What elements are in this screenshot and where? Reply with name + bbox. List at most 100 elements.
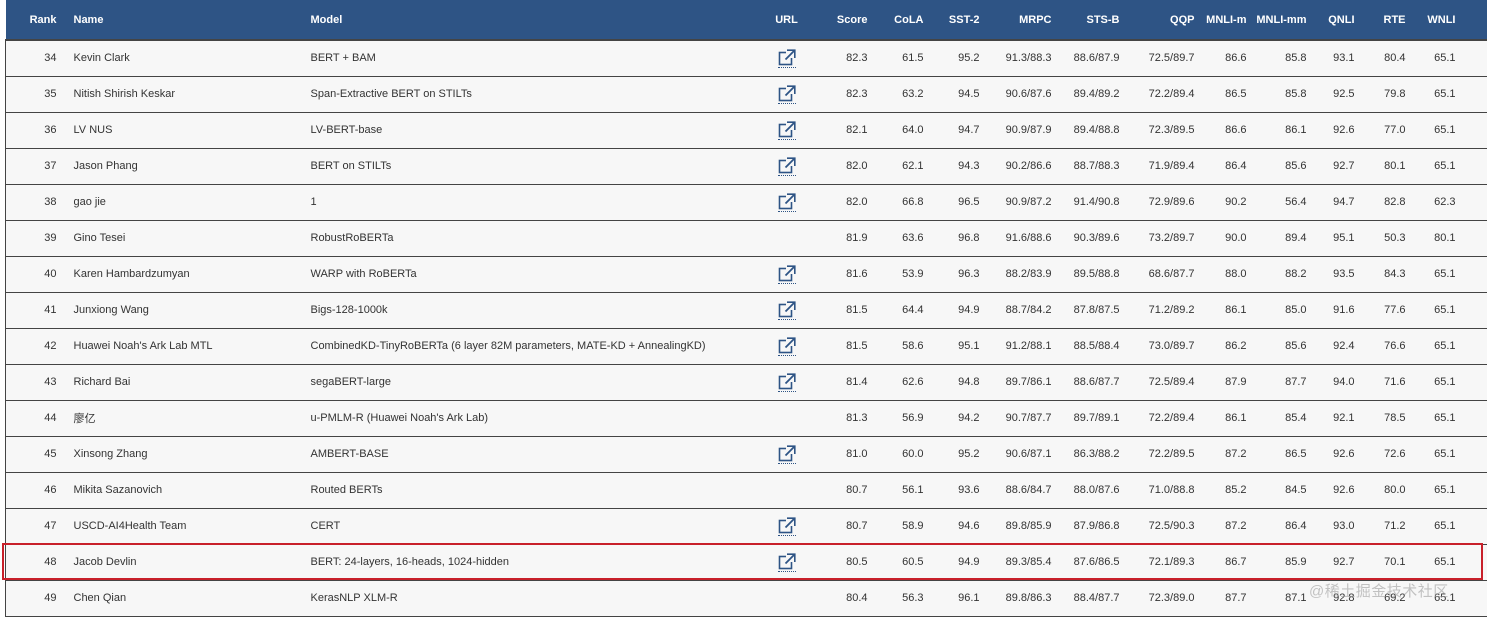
external-link-icon[interactable] — [777, 84, 796, 104]
col-header-rte[interactable]: RTE — [1362, 0, 1414, 40]
stsb-cell: 89.7/89.1 — [1059, 399, 1128, 436]
external-link-icon[interactable] — [777, 48, 796, 68]
wnli-cell: 65.1 — [1413, 255, 1464, 292]
ax-cell: 28.3 — [1463, 147, 1487, 184]
mnli-mm-cell: 87.7 — [1254, 363, 1315, 400]
name-cell[interactable]: Junxiong Wang — [64, 291, 302, 328]
name-cell[interactable]: Karen Hambardzumyan — [64, 255, 302, 292]
mrpc-cell: 89.7/86.1 — [987, 363, 1060, 400]
name-cell[interactable]: Chen Qian — [64, 579, 302, 617]
col-header-sst2[interactable]: SST-2 — [931, 0, 988, 40]
mrpc-cell: 91.6/88.6 — [987, 219, 1060, 256]
model-cell[interactable]: BERT + BAM — [301, 39, 757, 76]
name-cell[interactable]: LV NUS — [64, 111, 302, 148]
ax-cell: 40.7 — [1463, 39, 1487, 76]
name-cell[interactable]: Jason Phang — [64, 147, 302, 184]
external-link-icon[interactable] — [777, 516, 796, 536]
col-header-cola[interactable]: CoLA — [875, 0, 932, 40]
external-link-icon[interactable] — [777, 336, 796, 356]
name-cell[interactable]: Kevin Clark — [64, 39, 302, 76]
name-cell[interactable]: Gino Tesei — [64, 219, 302, 256]
cola-cell: 62.6 — [875, 363, 932, 400]
model-cell[interactable]: WARP with RoBERTa — [301, 255, 757, 292]
col-header-wnli[interactable]: WNLI — [1413, 0, 1464, 40]
model-cell[interactable]: segaBERT-large — [301, 363, 757, 400]
model-cell[interactable]: 1 — [301, 183, 757, 220]
external-link-icon[interactable] — [777, 192, 796, 212]
col-header-score[interactable]: Score — [816, 0, 876, 40]
wnli-cell: 65.1 — [1413, 543, 1464, 580]
model-cell[interactable]: CERT — [301, 507, 757, 544]
qqp-cell: 72.2/89.4 — [1127, 75, 1203, 112]
qqp-cell: 72.2/89.5 — [1127, 435, 1203, 472]
table-row: 40 Karen Hambardzumyan WARP with RoBERTa 81… — [5, 255, 1487, 292]
model-cell[interactable]: KerasNLP XLM-R — [301, 579, 757, 617]
stsb-cell: 88.5/88.4 — [1059, 327, 1128, 364]
col-header-ax[interactable]: AX — [1463, 0, 1487, 40]
mnli-m-cell: 87.7 — [1202, 579, 1255, 617]
mnli-mm-cell: 85.9 — [1254, 543, 1315, 580]
external-link-icon[interactable] — [777, 120, 796, 140]
table-row: 41 Junxiong Wang Bigs-128-1000k 81.5 64.4 94.… — [5, 291, 1487, 328]
name-cell[interactable]: Mikita Sazanovich — [64, 471, 302, 508]
name-cell[interactable]: gao jie — [64, 183, 302, 220]
mnli-m-cell: 86.2 — [1202, 327, 1255, 364]
col-header-mnli-m[interactable]: MNLI-m — [1202, 0, 1255, 40]
external-link-icon[interactable] — [777, 372, 796, 392]
model-cell[interactable]: AMBERT-BASE — [301, 435, 757, 472]
model-cell[interactable]: BERT on STILTs — [301, 147, 757, 184]
qnli-cell: 94.0 — [1314, 363, 1363, 400]
name-cell[interactable]: Huawei Noah's Ark Lab MTL — [64, 327, 302, 364]
model-cell[interactable]: BERT: 24-layers, 16-heads, 1024-hidden — [301, 543, 757, 580]
rank-cell: 35 — [5, 75, 65, 112]
col-header-name[interactable]: Name — [64, 0, 302, 40]
col-header-stsb[interactable]: STS-B — [1059, 0, 1128, 40]
url-cell — [756, 183, 817, 220]
col-header-qnli[interactable]: QNLI — [1314, 0, 1363, 40]
qnli-cell: 92.4 — [1314, 327, 1363, 364]
name-cell[interactable]: Jacob Devlin — [64, 543, 302, 580]
rte-cell: 76.6 — [1362, 327, 1414, 364]
ax-cell: 39.5 — [1463, 111, 1487, 148]
external-link-icon[interactable] — [777, 264, 796, 284]
mrpc-cell: 90.9/87.2 — [987, 183, 1060, 220]
table-row: 42 Huawei Noah's Ark Lab MTL CombinedKD-Ti… — [5, 327, 1487, 364]
model-cell[interactable]: CombinedKD-TinyRoBERTa (6 layer 82M para… — [301, 327, 757, 364]
qnli-cell: 95.1 — [1314, 219, 1363, 256]
score-cell: 81.5 — [816, 327, 876, 364]
wnli-cell: 65.1 — [1413, 363, 1464, 400]
model-cell[interactable]: Routed BERTs — [301, 471, 757, 508]
score-cell: 82.0 — [816, 183, 876, 220]
rank-cell: 34 — [5, 39, 65, 76]
qnli-cell: 91.6 — [1314, 291, 1363, 328]
model-cell[interactable]: RobustRoBERTa — [301, 219, 757, 256]
col-header-rank[interactable]: Rank — [5, 0, 65, 40]
name-cell[interactable]: Nitish Shirish Keskar — [64, 75, 302, 112]
external-link-icon[interactable] — [777, 444, 796, 464]
model-cell[interactable]: Span-Extractive BERT on STILTs — [301, 75, 757, 112]
external-link-icon[interactable] — [777, 552, 796, 572]
name-cell[interactable]: USCD-AI4Health Team — [64, 507, 302, 544]
col-header-mnli-mm[interactable]: MNLI-mm — [1254, 0, 1315, 40]
cola-cell: 58.9 — [875, 507, 932, 544]
model-cell[interactable]: Bigs-128-1000k — [301, 291, 757, 328]
col-header-qqp[interactable]: QQP — [1127, 0, 1203, 40]
col-header-mrpc[interactable]: MRPC — [987, 0, 1060, 40]
external-link-icon[interactable] — [777, 156, 796, 176]
cola-cell: 60.5 — [875, 543, 932, 580]
name-cell[interactable]: 廖亿 — [64, 399, 302, 436]
col-header-url[interactable]: URL — [756, 0, 817, 40]
ax-cell: 28.3 — [1463, 75, 1487, 112]
wnli-cell: 65.1 — [1413, 327, 1464, 364]
external-link-icon[interactable] — [777, 300, 796, 320]
mnli-mm-cell: 86.4 — [1254, 507, 1315, 544]
model-cell[interactable]: LV-BERT-base — [301, 111, 757, 148]
name-cell[interactable]: Xinsong Zhang — [64, 435, 302, 472]
model-cell[interactable]: u-PMLM-R (Huawei Noah's Ark Lab) — [301, 399, 757, 436]
score-cell: 82.1 — [816, 111, 876, 148]
mnli-m-cell: 87.2 — [1202, 507, 1255, 544]
name-cell[interactable]: Richard Bai — [64, 363, 302, 400]
table-row: 38 gao jie 1 82.0 66.8 96.5 90.9/87.2 91.4/90.8… — [5, 183, 1487, 220]
col-header-model[interactable]: Model — [301, 0, 757, 40]
rank-cell: 38 — [5, 183, 65, 220]
